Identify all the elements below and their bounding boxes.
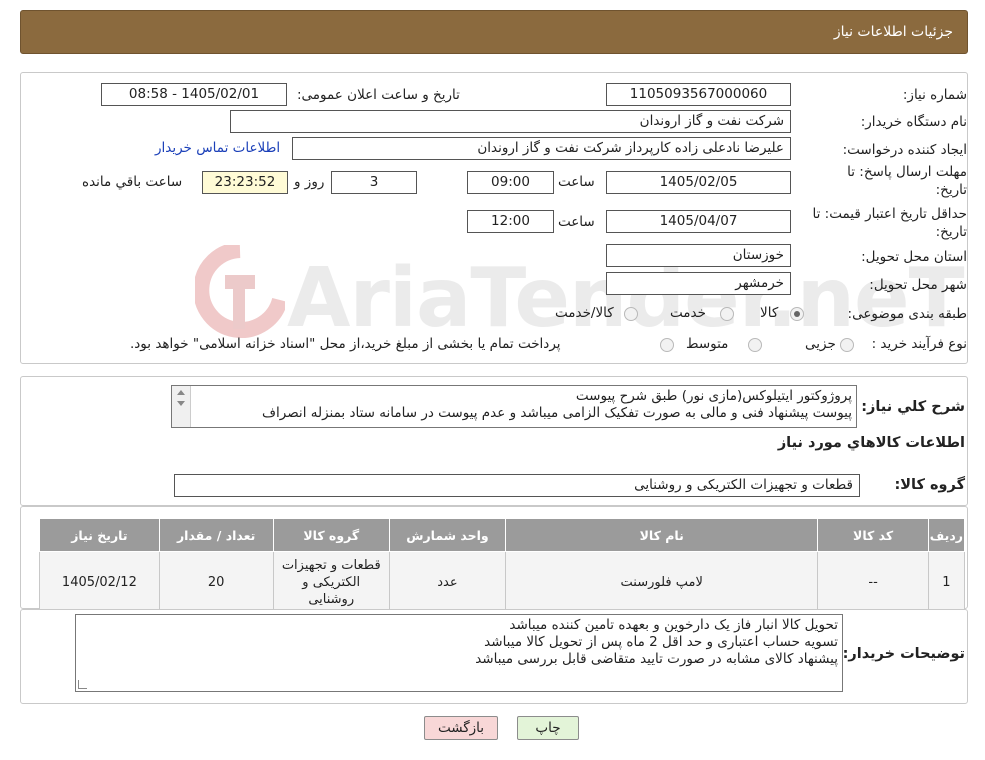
need-number-field: 1105093567000060 bbox=[606, 83, 791, 106]
remaining-time-label: ساعت باقي مانده bbox=[82, 174, 183, 190]
col-group: گروه کالا bbox=[272, 518, 390, 552]
purchase-type-radio-minor[interactable] bbox=[840, 338, 854, 352]
category-option-goods-service: کالا/خدمت bbox=[555, 305, 614, 321]
cell-unit: عدد bbox=[388, 551, 507, 613]
category-radio-service[interactable] bbox=[720, 307, 734, 321]
items-table: ردیف کد کالا نام کالا واحد شمارش گروه کا… bbox=[39, 518, 966, 613]
price-validity-time-label: ساعت bbox=[558, 214, 595, 230]
cell-code: -- bbox=[817, 551, 929, 613]
buyer-org-label: نام دستگاه خریدار: bbox=[860, 114, 967, 130]
purchase-type-note: پرداخت تمام یا بخشی از مبلغ خرید،از محل … bbox=[130, 336, 561, 352]
print-button[interactable]: چاپ bbox=[517, 716, 579, 740]
col-code: کد کالا bbox=[817, 518, 929, 552]
category-option-goods: کالا bbox=[760, 305, 779, 321]
cell-row: 1 bbox=[927, 551, 966, 613]
buyer-notes-textarea[interactable]: تحویل کالا انبار فاز یک دارخوین و بعهده … bbox=[75, 614, 843, 692]
city-field: خرمشهر bbox=[606, 272, 791, 295]
need-number-label: شماره نیاز: bbox=[902, 87, 967, 103]
goods-info-title: اطلاعات کالاهاي مورد نياز bbox=[777, 435, 965, 451]
announce-datetime-label: تاریخ و ساعت اعلان عمومی: bbox=[297, 87, 460, 103]
col-unit: واحد شمارش bbox=[388, 518, 507, 552]
requester-field: علیرضا نادعلی زاده کارپرداز شرکت نفت و گ… bbox=[292, 137, 791, 160]
back-button[interactable]: بازگشت bbox=[424, 716, 498, 740]
reply-deadline-label-1: مهلت ارسال پاسخ: تا bbox=[847, 164, 967, 180]
scroll-up-icon[interactable] bbox=[177, 390, 185, 395]
remaining-time-field: 23:23:52 bbox=[202, 171, 288, 194]
col-name: نام کالا bbox=[505, 518, 819, 552]
col-date: تاریخ نیاز bbox=[39, 518, 160, 552]
category-radio-goods[interactable] bbox=[790, 307, 804, 321]
col-row: ردیف bbox=[927, 518, 966, 552]
purchase-type-label: نوع فرآیند خرید : bbox=[871, 336, 967, 352]
page-title: جزئیات اطلاعات نیاز bbox=[833, 24, 953, 40]
description-line-1: پروژوکتور ایتیلوکس(مازی نور) طبق شرح پیو… bbox=[575, 388, 852, 404]
description-label: شرح کلي نیاز: bbox=[861, 399, 965, 415]
purchase-type-option-medium: متوسط bbox=[686, 336, 729, 352]
description-textarea[interactable]: پروژوکتور ایتیلوکس(مازی نور) طبق شرح پیو… bbox=[171, 385, 857, 428]
page-header: جزئیات اطلاعات نیاز bbox=[20, 10, 968, 54]
buyer-notes-label: توضیحات خریدار: bbox=[842, 646, 965, 662]
purchase-type-option-minor: جزیی bbox=[805, 336, 836, 352]
goods-group-field: قطعات و تجهیزات الکتریکی و روشنایی bbox=[174, 474, 860, 497]
price-validity-date-field: 1405/04/07 bbox=[606, 210, 791, 233]
purchase-type-radio-medium[interactable] bbox=[748, 338, 762, 352]
province-field: خوزستان bbox=[606, 244, 791, 267]
buyer-notes-line-3: پیشنهاد کالای مشابه در صورت تایید متقاضی… bbox=[475, 651, 838, 667]
buyer-contact-link[interactable]: اطلاعات تماس خریدار bbox=[155, 140, 280, 156]
price-validity-label-1: حداقل تاریخ اعتبار قیمت: تا bbox=[812, 206, 967, 222]
description-scrollbar[interactable] bbox=[172, 386, 191, 427]
announce-datetime-field: 1405/02/01 - 08:58 bbox=[101, 83, 287, 106]
reply-deadline-date-field: 1405/02/05 bbox=[606, 171, 791, 194]
buyer-notes-line-2: تسویه حساب اعتباری و حد اقل 2 ماه پس از … bbox=[484, 634, 838, 650]
province-label: استان محل تحویل: bbox=[861, 249, 967, 265]
table-header-row: ردیف کد کالا نام کالا واحد شمارش گروه کا… bbox=[39, 518, 966, 552]
reply-deadline-time-field: 09:00 bbox=[467, 171, 554, 194]
reply-deadline-label-2: تاریخ: bbox=[935, 182, 967, 198]
requester-label: ایجاد کننده درخواست: bbox=[842, 142, 967, 158]
resize-handle-icon[interactable] bbox=[78, 680, 87, 689]
reply-deadline-time-label: ساعت bbox=[558, 174, 595, 190]
table-row: 1 -- لامپ فلورسنت عدد قطعات و تجهیزات ال… bbox=[39, 551, 966, 613]
col-qty: تعداد / مقدار bbox=[158, 518, 274, 552]
cell-qty: 20 bbox=[158, 551, 274, 613]
buyer-org-field: شرکت نفت و گاز اروندان bbox=[230, 110, 791, 133]
cell-name: لامپ فلورسنت bbox=[505, 551, 819, 613]
description-line-2: پیوست پیشنهاد فنی و مالی به صورت تفکیک ا… bbox=[262, 405, 852, 421]
city-label: شهر محل تحویل: bbox=[869, 277, 967, 293]
category-option-service: خدمت bbox=[670, 305, 706, 321]
reply-days-label: روز و bbox=[294, 174, 325, 190]
reply-days-field: 3 bbox=[331, 171, 417, 194]
category-radio-goods-service[interactable] bbox=[624, 307, 638, 321]
price-validity-label-2: تاریخ: bbox=[935, 224, 967, 240]
buyer-notes-line-1: تحویل کالا انبار فاز یک دارخوین و بعهده … bbox=[509, 617, 838, 633]
goods-group-label: گروه کالا: bbox=[894, 477, 965, 493]
purchase-type-radio-treasury[interactable] bbox=[660, 338, 674, 352]
scroll-down-icon[interactable] bbox=[177, 401, 185, 406]
category-label: طبقه بندی موضوعی: bbox=[847, 306, 967, 322]
cell-group: قطعات و تجهیزات الکتریکی و روشنایی bbox=[272, 551, 390, 613]
cell-date: 1405/02/12 bbox=[39, 551, 160, 613]
price-validity-time-field: 12:00 bbox=[467, 210, 554, 233]
